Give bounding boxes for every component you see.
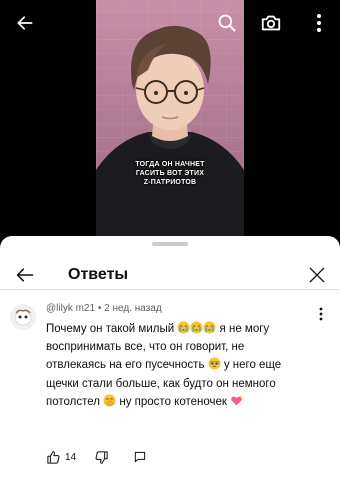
more-options-button[interactable]: [306, 10, 332, 36]
crying-face-icon: [177, 321, 190, 334]
back-arrow-icon: [17, 16, 33, 30]
hand-over-mouth-face-icon: [103, 394, 116, 407]
drag-handle[interactable]: [152, 242, 188, 246]
dislike-button[interactable]: [94, 446, 109, 468]
more-vertical-icon: [319, 307, 323, 321]
thumbs-down-icon: [95, 450, 108, 464]
comment-text-part: Почему он такой милый: [46, 323, 178, 335]
comment-item: @lilyk m21 • 2 нед. назад Почему он тако…: [0, 298, 340, 480]
video-player[interactable]: ТОГДА ОН НАЧНЕТ ГАСИТЬ ВОТ ЭТИХ Z-ПАТРИО…: [0, 0, 340, 236]
comment-time: 2 нед. назад: [104, 303, 162, 314]
like-count: 14: [65, 451, 77, 463]
header-divider: [0, 289, 340, 290]
replies-back-button[interactable]: [12, 262, 38, 288]
reply-button[interactable]: [133, 446, 147, 468]
caption-line-3: Z-ПАТРИОТОВ: [143, 179, 197, 186]
comment-actions: 14: [46, 446, 147, 468]
avatar-image: [10, 304, 36, 330]
sparkling-heart-icon: [231, 394, 242, 406]
crying-face-icon: [190, 321, 203, 334]
comment-more-button[interactable]: [316, 306, 326, 322]
camera-button[interactable]: [258, 10, 284, 36]
avatar[interactable]: [10, 304, 36, 330]
sheet-header: Ответы: [0, 252, 340, 300]
like-button[interactable]: 14: [46, 446, 76, 468]
caption-line-1: ТОГДА ОН НАЧНЕТ: [135, 161, 205, 168]
comment-text-part: ну просто котеночек: [116, 395, 231, 408]
comment-author[interactable]: @lilyk m21: [46, 303, 95, 314]
sheet-title: Ответы: [68, 266, 129, 283]
replies-sheet: Ответы @lilyk m21 • 2 нед. назад Почему …: [0, 236, 340, 480]
comment-meta: @lilyk m21 • 2 нед. назад: [46, 303, 162, 314]
more-vertical-icon: [317, 14, 321, 32]
caption-line-2: ГАСИТЬ ВОТ ЭТИХ: [135, 170, 205, 177]
comment-text: Почему он такой милый я не могу восприни…: [46, 320, 286, 411]
back-arrow-icon: [16, 268, 34, 282]
close-button[interactable]: [304, 262, 330, 288]
search-button[interactable]: [214, 10, 240, 36]
search-icon: [218, 14, 236, 32]
crying-face-icon: [203, 321, 216, 334]
camera-icon: [261, 15, 281, 31]
thumbs-up-icon: [47, 450, 60, 464]
reply-comment-icon: [134, 451, 146, 463]
video-caption: ТОГДА ОН НАЧНЕТ ГАСИТЬ ВОТ ЭТИХ Z-ПАТРИО…: [116, 160, 224, 187]
close-icon: [309, 267, 325, 283]
back-button[interactable]: [12, 10, 38, 36]
meta-separator: •: [97, 303, 102, 314]
pleading-face-icon: [208, 357, 221, 370]
